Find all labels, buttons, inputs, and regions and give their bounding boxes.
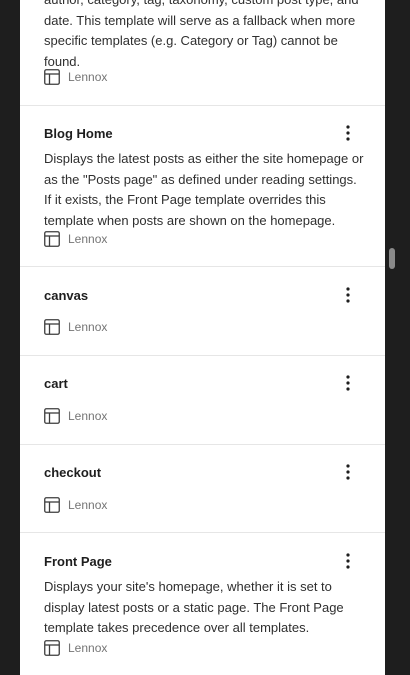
template-title[interactable]: cart (44, 376, 68, 391)
more-vertical-icon[interactable] (338, 373, 358, 393)
template-author: Lennox (68, 498, 108, 512)
template-meta: Lennox (44, 408, 107, 424)
template-item-front-page[interactable]: Front Page Displays your site's homepage… (20, 533, 385, 675)
template-title[interactable]: checkout (44, 465, 101, 480)
layout-icon (44, 69, 60, 85)
template-item-blog-home[interactable]: Blog Home Displays the latest posts as e… (20, 106, 385, 267)
template-author: Lennox (68, 641, 108, 655)
template-title[interactable]: Front Page (44, 554, 112, 569)
template-meta: Lennox (44, 231, 107, 247)
layout-icon (44, 319, 60, 335)
template-meta: Lennox (44, 497, 107, 513)
scrollbar-thumb[interactable] (389, 248, 395, 269)
template-list-panel: author, category, tag, taxonomy, custom … (20, 0, 385, 675)
more-vertical-icon[interactable] (338, 123, 358, 143)
template-author: Lennox (68, 70, 108, 84)
template-item-cart[interactable]: cart Lennox (20, 356, 385, 445)
more-vertical-icon[interactable] (338, 285, 358, 305)
scrollbar-track[interactable] (387, 0, 397, 675)
layout-icon (44, 640, 60, 656)
template-meta: Lennox (44, 69, 107, 85)
template-item-canvas[interactable]: canvas Lennox (20, 267, 385, 356)
template-title[interactable]: canvas (44, 288, 88, 303)
template-list-viewport: author, category, tag, taxonomy, custom … (0, 0, 410, 675)
template-title[interactable]: Blog Home (44, 126, 113, 141)
template-meta: Lennox (44, 319, 107, 335)
template-meta: Lennox (44, 640, 107, 656)
template-author: Lennox (68, 320, 108, 334)
more-vertical-icon[interactable] (338, 462, 358, 482)
template-author: Lennox (68, 232, 108, 246)
layout-icon (44, 231, 60, 247)
template-description: Displays your site's homepage, whether i… (44, 579, 344, 635)
template-author: Lennox (68, 409, 108, 423)
layout-icon (44, 497, 60, 513)
template-description: author, category, tag, taxonomy, custom … (44, 0, 359, 69)
more-vertical-icon[interactable] (338, 551, 358, 571)
template-item-partial[interactable]: author, category, tag, taxonomy, custom … (20, 0, 385, 106)
template-description: Displays the latest posts as either the … (44, 151, 364, 228)
template-item-checkout[interactable]: checkout Lennox (20, 445, 385, 533)
layout-icon (44, 408, 60, 424)
